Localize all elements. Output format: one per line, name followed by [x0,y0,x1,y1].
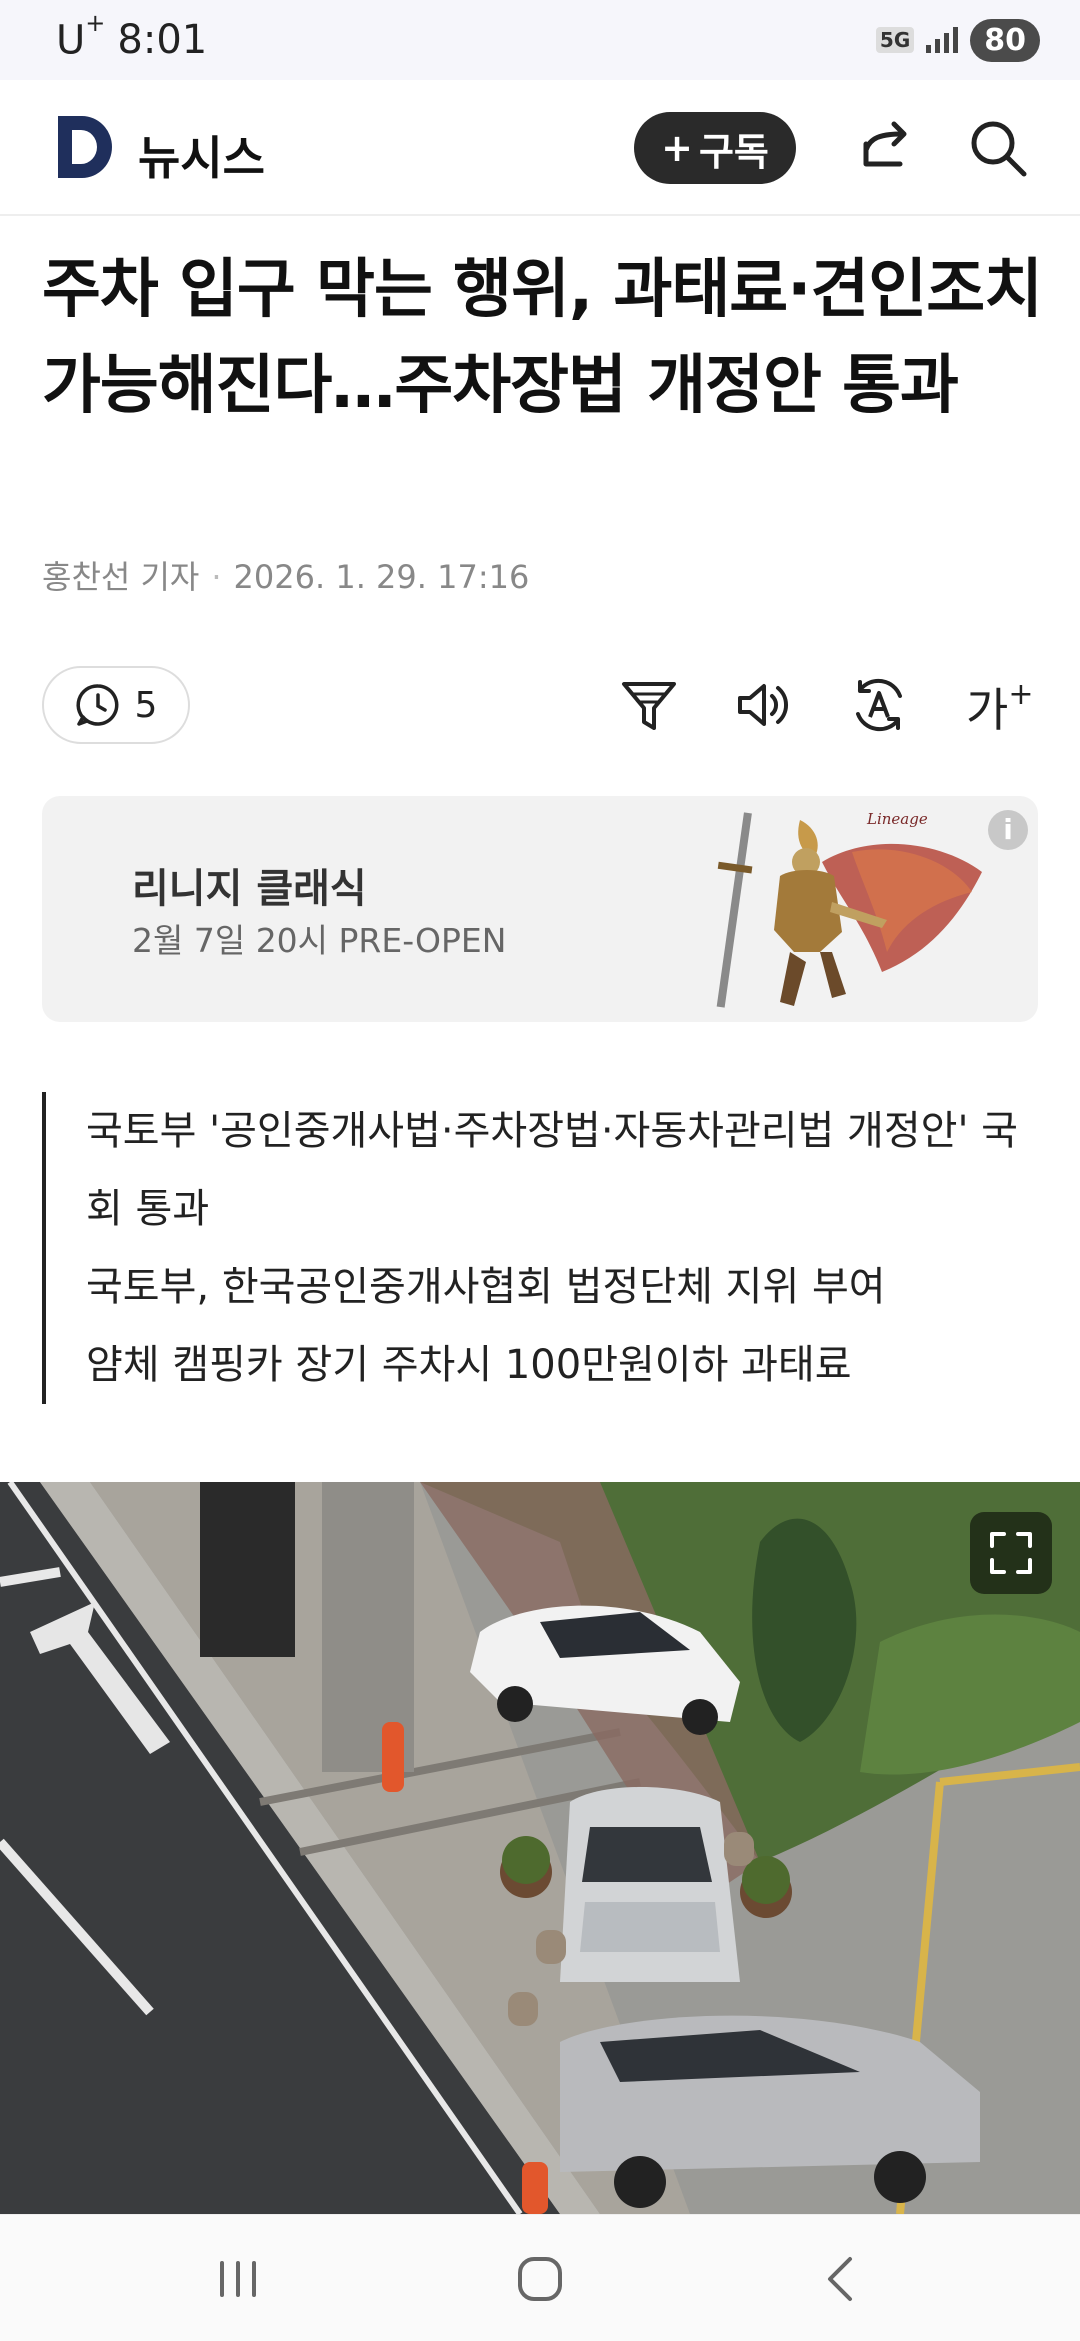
system-navigation-bar [0,2214,1080,2341]
battery-indicator: 80 [970,18,1040,62]
subscribe-label: 구독 [698,129,769,174]
reporter-name: 홍찬선 기자 [42,558,200,596]
comments-button[interactable]: 5 [42,666,190,744]
ad-subtitle: 2월 7일 20시 PRE-OPEN [132,921,507,960]
publish-datetime: 2026. 1. 29. 17:16 [233,558,530,596]
newsis-logo-icon [58,116,112,178]
summary-line: 국토부, 한국공인중개사협회 법정단체 지위 부여 [86,1264,886,1310]
article-toolbar: 5 가+ [0,660,1080,750]
plus-icon: + [661,126,693,170]
subscribe-button[interactable]: + 구독 [634,112,796,184]
fullscreen-button[interactable] [970,1512,1052,1594]
clock: 8:01 [117,16,208,63]
article-photo[interactable] [0,1482,1080,2214]
ad-banner[interactable]: 리니지 클래식 2월 7일 20시 PRE-OPEN Lineage i [42,796,1038,1022]
comment-icon [76,684,119,726]
summary-filter-icon[interactable] [618,674,680,736]
fullscreen-icon [990,1532,1032,1574]
brand-name: 뉴시스 [138,131,265,185]
ad-info-icon[interactable]: i [988,810,1028,850]
back-icon[interactable] [812,2251,872,2307]
article-summary: 국토부 '공인중개사법·주차장법·자동차관리법 개정안' 국회 통과 국토부, … [42,1092,1032,1404]
status-bar: U+ 8:01 5G 80 [0,0,1080,80]
signal-icon [926,27,959,53]
text-to-speech-icon[interactable] [732,674,794,736]
app-header: 뉴시스 + 구독 [0,80,1080,216]
search-icon[interactable] [966,116,1030,180]
network-type: 5G [875,27,915,53]
font-size-button[interactable]: 가+ [966,674,1033,740]
carrier-label: U+ [56,8,106,64]
ad-title: 리니지 클래식 [132,866,367,912]
article-byline: 홍찬선 기자 · 2026. 1. 29. 17:16 [42,552,529,598]
svg-text:Lineage: Lineage [866,810,928,828]
knight-artwork: Lineage [716,810,982,1008]
comment-count: 5 [134,684,158,726]
translate-icon[interactable] [848,674,910,736]
summary-line: 얌체 캠핑카 장기 주차시 100만원이하 과태료 [86,1342,852,1388]
byline-separator: · [211,558,222,596]
home-icon[interactable] [510,2251,570,2307]
status-right: 5G 80 [875,18,1040,62]
article-headline: 주차 입구 막는 행위, 과태료·견인조치 가능해진다…주차장법 개정안 통과 [42,253,1043,423]
summary-line: 국토부 '공인중개사법·주차장법·자동차관리법 개정안' 국회 통과 [86,1108,1018,1232]
recent-apps-icon[interactable] [208,2251,268,2307]
share-icon[interactable] [852,116,916,180]
status-left: U+ 8:01 [56,8,208,64]
